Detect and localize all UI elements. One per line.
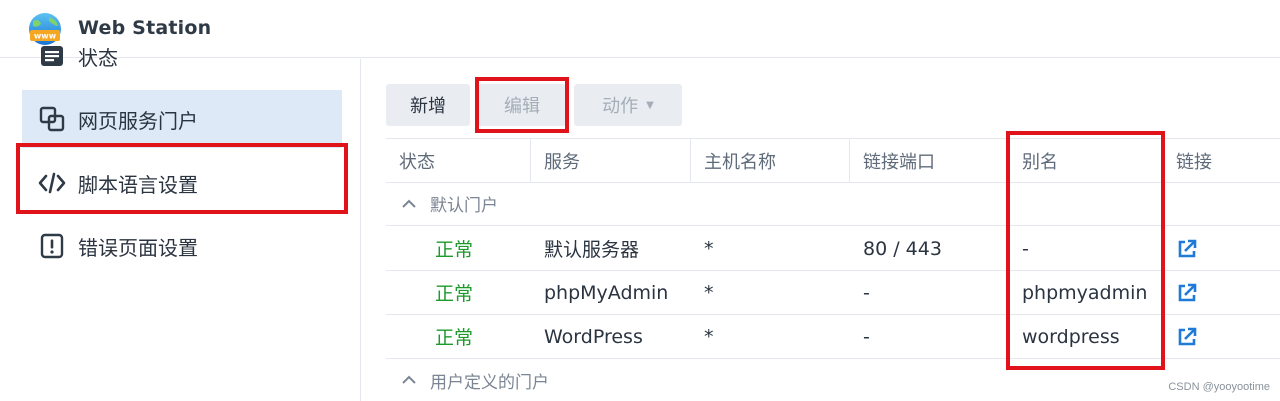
service-cell: WordPress <box>544 325 643 348</box>
column-header-service[interactable]: 服务 <box>531 139 691 183</box>
hostname-cell: * <box>704 281 714 304</box>
external-link-icon[interactable] <box>1176 326 1198 348</box>
sidebar-item-label: 网页服务门户 <box>78 108 198 133</box>
port-cell: - <box>863 325 870 348</box>
group-label: 默认门户 <box>430 196 498 216</box>
column-header-port[interactable]: 链接端口 <box>850 139 1009 183</box>
sidebar-item-label: 状态 <box>78 45 118 70</box>
sidebar-item-error-page[interactable]: 错误页面设置 <box>22 217 342 275</box>
column-header-link[interactable]: 链接 <box>1163 139 1280 183</box>
table-row[interactable]: 正常 WordPress * - wordpress <box>386 315 1280 359</box>
alias-cell: phpmyadmin <box>1022 281 1148 304</box>
group-row-user-defined-portal[interactable]: 用户定义的门户 <box>386 358 1280 401</box>
chevron-up-icon <box>402 197 416 211</box>
group-label: 用户定义的门户 <box>430 372 549 393</box>
port-cell: 80 / 443 <box>863 237 942 260</box>
sidebar-item-status[interactable]: 状态 <box>22 27 342 85</box>
column-header-status[interactable]: 状态 <box>386 139 531 183</box>
code-icon <box>38 169 66 197</box>
external-link-icon[interactable] <box>1176 282 1198 304</box>
status-cell: 正常 <box>435 239 474 261</box>
sidebar-item-web-portal[interactable]: 网页服务门户 <box>22 90 342 148</box>
table-row[interactable]: 正常 默认服务器 * 80 / 443 - <box>386 227 1280 271</box>
portal-windows-icon <box>38 105 66 133</box>
status-list-icon <box>38 42 66 70</box>
column-header-alias[interactable]: 别名 <box>1009 139 1163 183</box>
hostname-cell: * <box>704 325 714 348</box>
service-cell: phpMyAdmin <box>544 281 669 304</box>
link-cell <box>1163 315 1280 358</box>
chevron-up-icon <box>402 373 416 387</box>
add-button[interactable]: 新增 <box>386 84 470 126</box>
table-header: 状态 服务 主机名称 链接端口 别名 链接 <box>386 138 1280 183</box>
error-page-icon <box>38 232 66 260</box>
sidebar-item-label: 错误页面设置 <box>78 235 198 260</box>
port-cell: - <box>863 281 870 304</box>
alias-cell: - <box>1022 237 1029 260</box>
table-row[interactable]: 正常 phpMyAdmin * - phpmyadmin <box>386 271 1280 315</box>
group-row-default-portal[interactable]: 默认门户 <box>386 182 1280 226</box>
action-dropdown-button[interactable]: 动作 ▼ <box>574 84 682 126</box>
hostname-cell: * <box>704 237 714 260</box>
edit-button[interactable]: 编辑 <box>478 84 566 126</box>
chevron-down-icon: ▼ <box>646 99 654 111</box>
sidebar-item-script-language[interactable]: 脚本语言设置 <box>22 154 342 212</box>
status-cell: 正常 <box>435 283 474 305</box>
column-header-hostname[interactable]: 主机名称 <box>691 139 850 183</box>
alias-cell: wordpress <box>1022 325 1120 348</box>
link-cell <box>1163 227 1280 270</box>
status-cell: 正常 <box>435 327 474 349</box>
action-label: 动作 <box>602 96 639 117</box>
sidebar-item-label: 脚本语言设置 <box>78 172 198 197</box>
external-link-icon[interactable] <box>1176 238 1198 260</box>
watermark: CSDN @yooyootime <box>1168 381 1270 393</box>
service-cell: 默认服务器 <box>544 239 640 261</box>
link-cell <box>1163 271 1280 314</box>
